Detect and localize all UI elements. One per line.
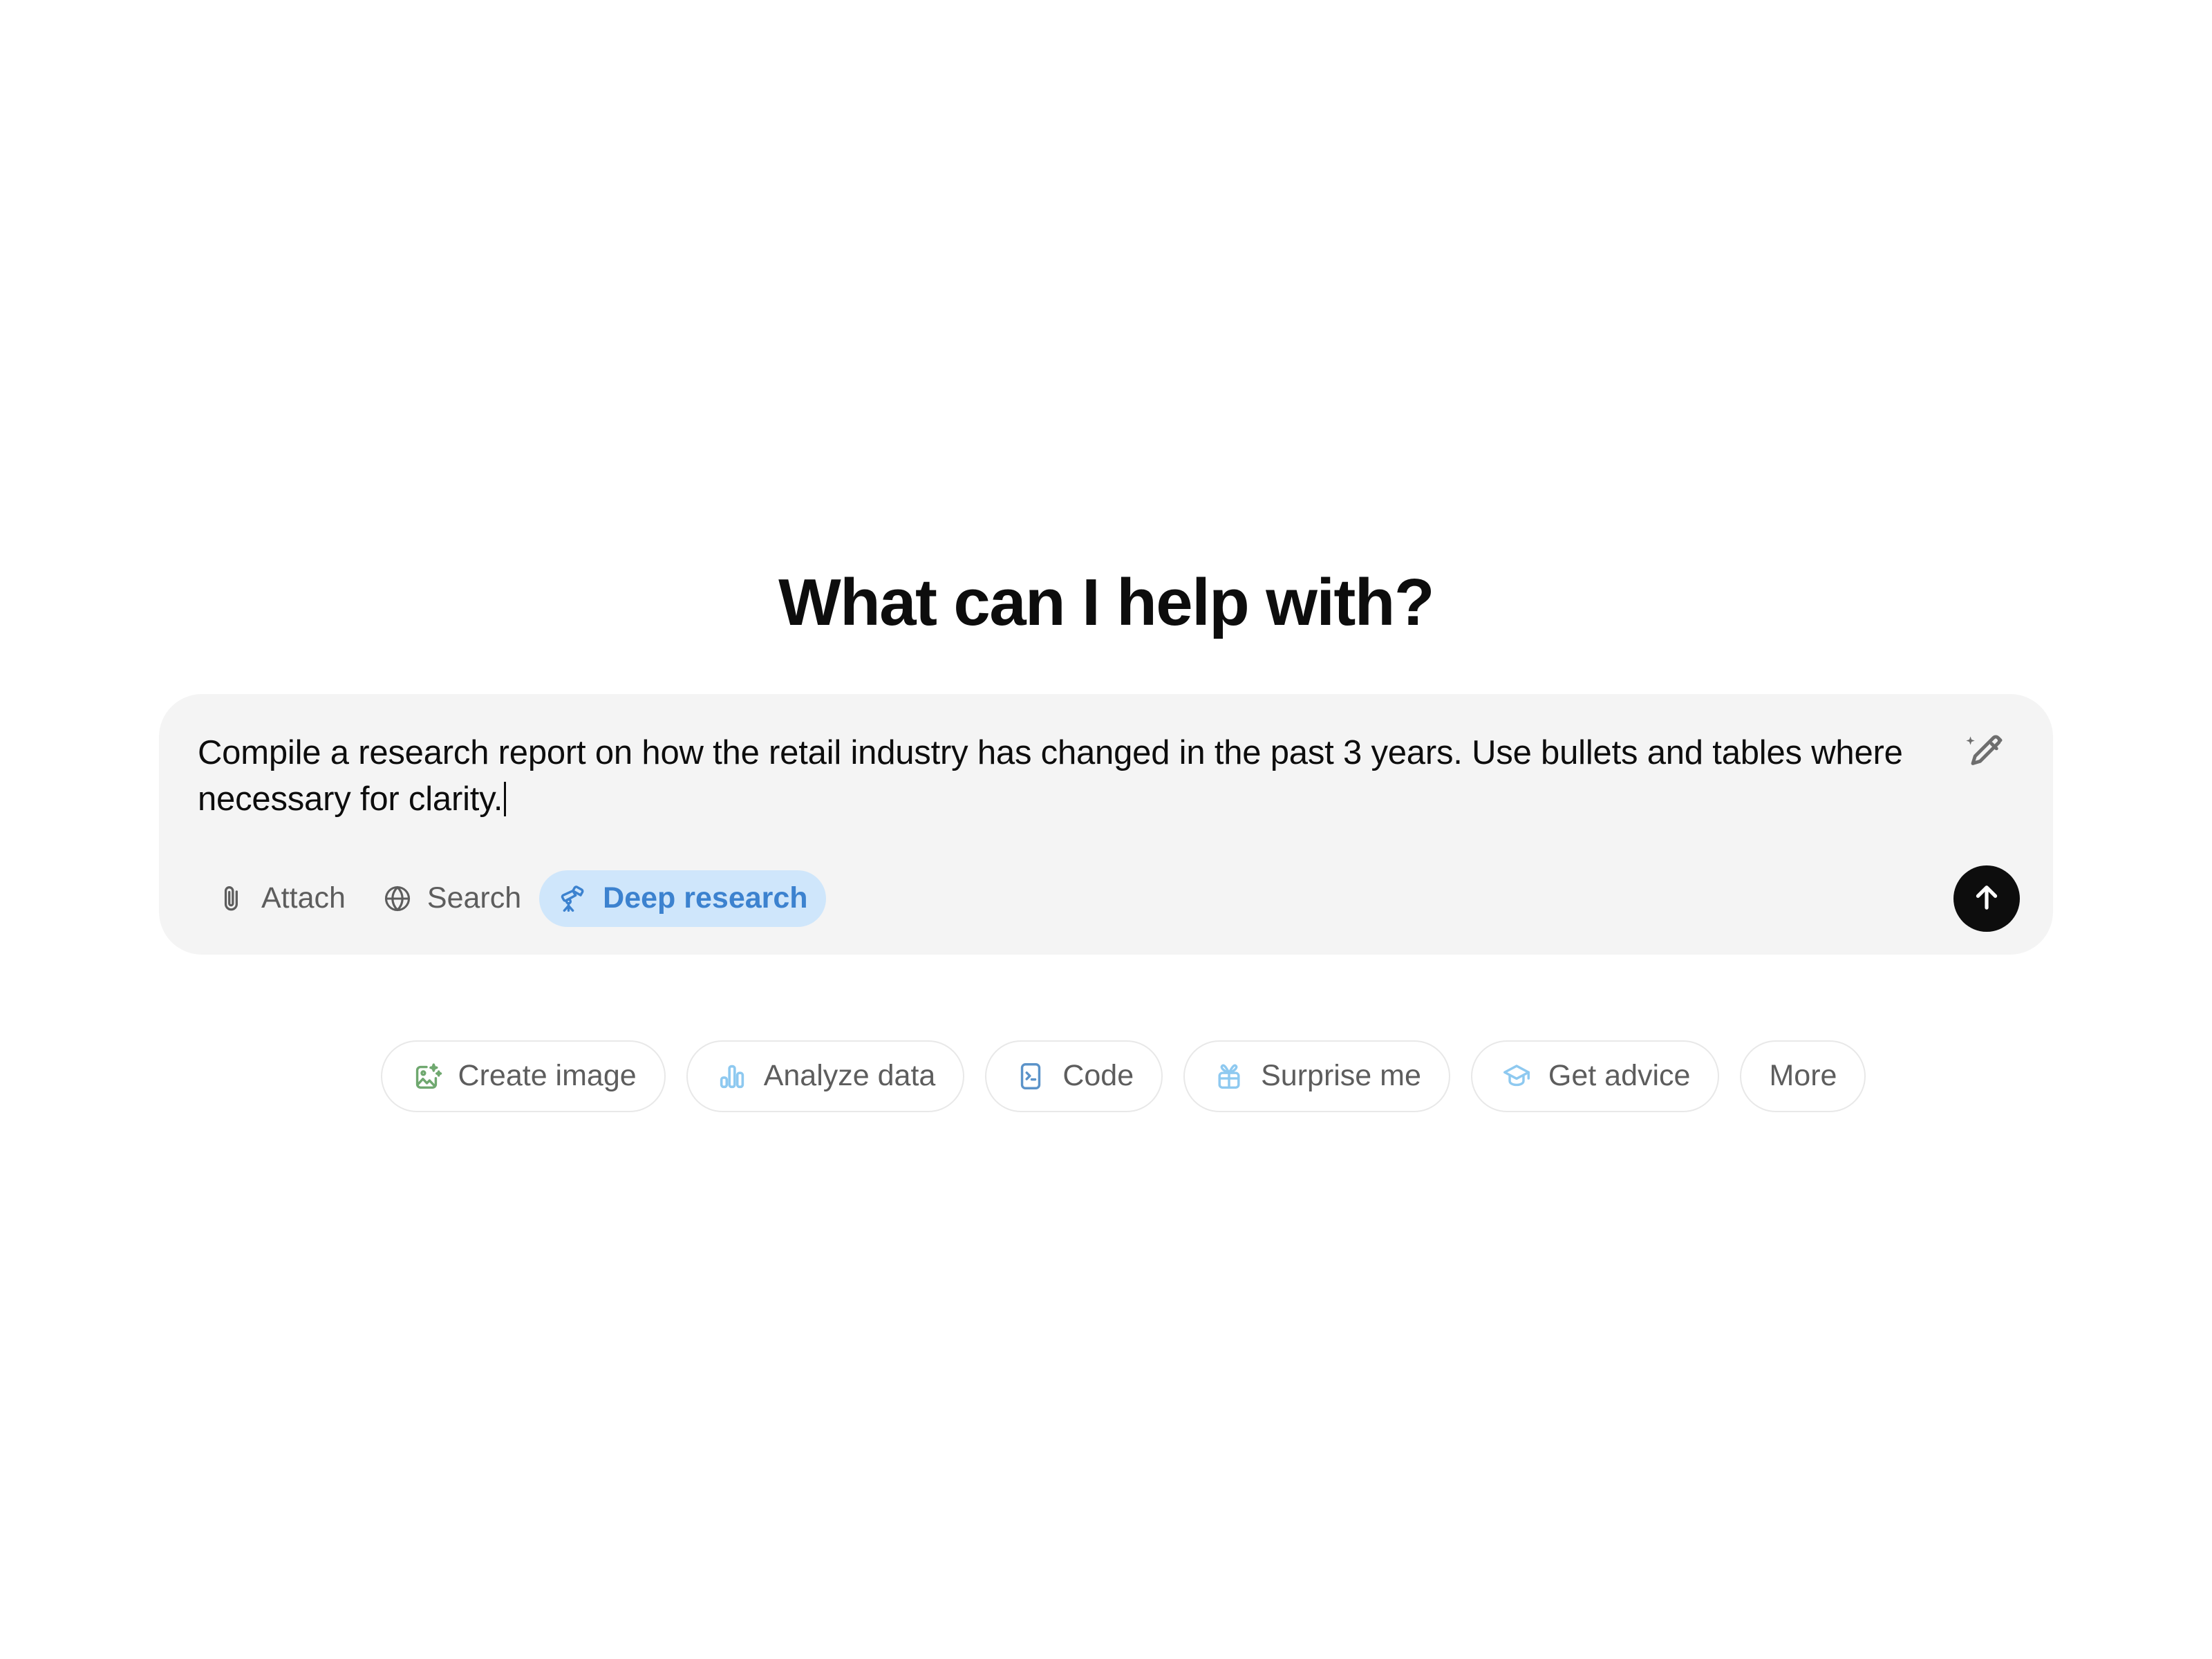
- send-button[interactable]: [1953, 865, 2020, 932]
- arrow-up-icon: [1969, 879, 2005, 917]
- chat-home-page: What can I help with? Compile a research…: [0, 0, 2212, 1659]
- composer-toolbar: Attach Search Deep research: [198, 865, 2020, 932]
- paperclip-icon: [216, 883, 247, 915]
- magic-pencil-icon: [1962, 730, 2010, 780]
- chip-more[interactable]: More: [1740, 1040, 1866, 1112]
- chip-label: Surprise me: [1261, 1059, 1421, 1093]
- globe-icon: [382, 883, 413, 915]
- chip-surprise-me[interactable]: Surprise me: [1183, 1040, 1450, 1112]
- enhance-prompt-button[interactable]: [1962, 731, 2010, 780]
- attach-button[interactable]: Attach: [198, 870, 364, 927]
- search-button[interactable]: Search: [364, 870, 539, 927]
- chip-label: More: [1769, 1059, 1837, 1093]
- chip-create-image[interactable]: Create image: [380, 1040, 666, 1112]
- telescope-icon: [557, 883, 589, 915]
- attach-label: Attach: [261, 881, 346, 915]
- prompt-text: Compile a research report on how the ret…: [198, 733, 1913, 818]
- chip-label: Get advice: [1548, 1059, 1691, 1093]
- bar-chart-icon: [715, 1060, 749, 1093]
- center-stage: What can I help with? Compile a research…: [0, 0, 2212, 1659]
- page-title: What can I help with?: [778, 565, 1434, 639]
- image-icon: [410, 1060, 443, 1093]
- chip-label: Create image: [458, 1059, 637, 1093]
- terminal-icon: [1014, 1060, 1047, 1093]
- chip-get-advice[interactable]: Get advice: [1470, 1040, 1720, 1112]
- composer-text-row: Compile a research report on how the ret…: [198, 730, 2014, 823]
- composer[interactable]: Compile a research report on how the ret…: [159, 693, 2053, 955]
- search-label: Search: [427, 881, 522, 915]
- prompt-input[interactable]: Compile a research report on how the ret…: [198, 730, 1919, 823]
- suggestion-chips: Create image Analyze data Code Surprise …: [159, 1040, 2053, 1112]
- chip-analyze-data[interactable]: Analyze data: [686, 1040, 965, 1112]
- text-caret: [504, 782, 507, 817]
- chip-code[interactable]: Code: [985, 1040, 1163, 1112]
- deep-research-button[interactable]: Deep research: [539, 870, 826, 927]
- chip-label: Analyze data: [763, 1059, 936, 1093]
- chip-label: Code: [1062, 1059, 1134, 1093]
- deep-research-label: Deep research: [603, 881, 808, 915]
- graduation-cap-icon: [1500, 1060, 1533, 1093]
- gift-icon: [1212, 1060, 1246, 1093]
